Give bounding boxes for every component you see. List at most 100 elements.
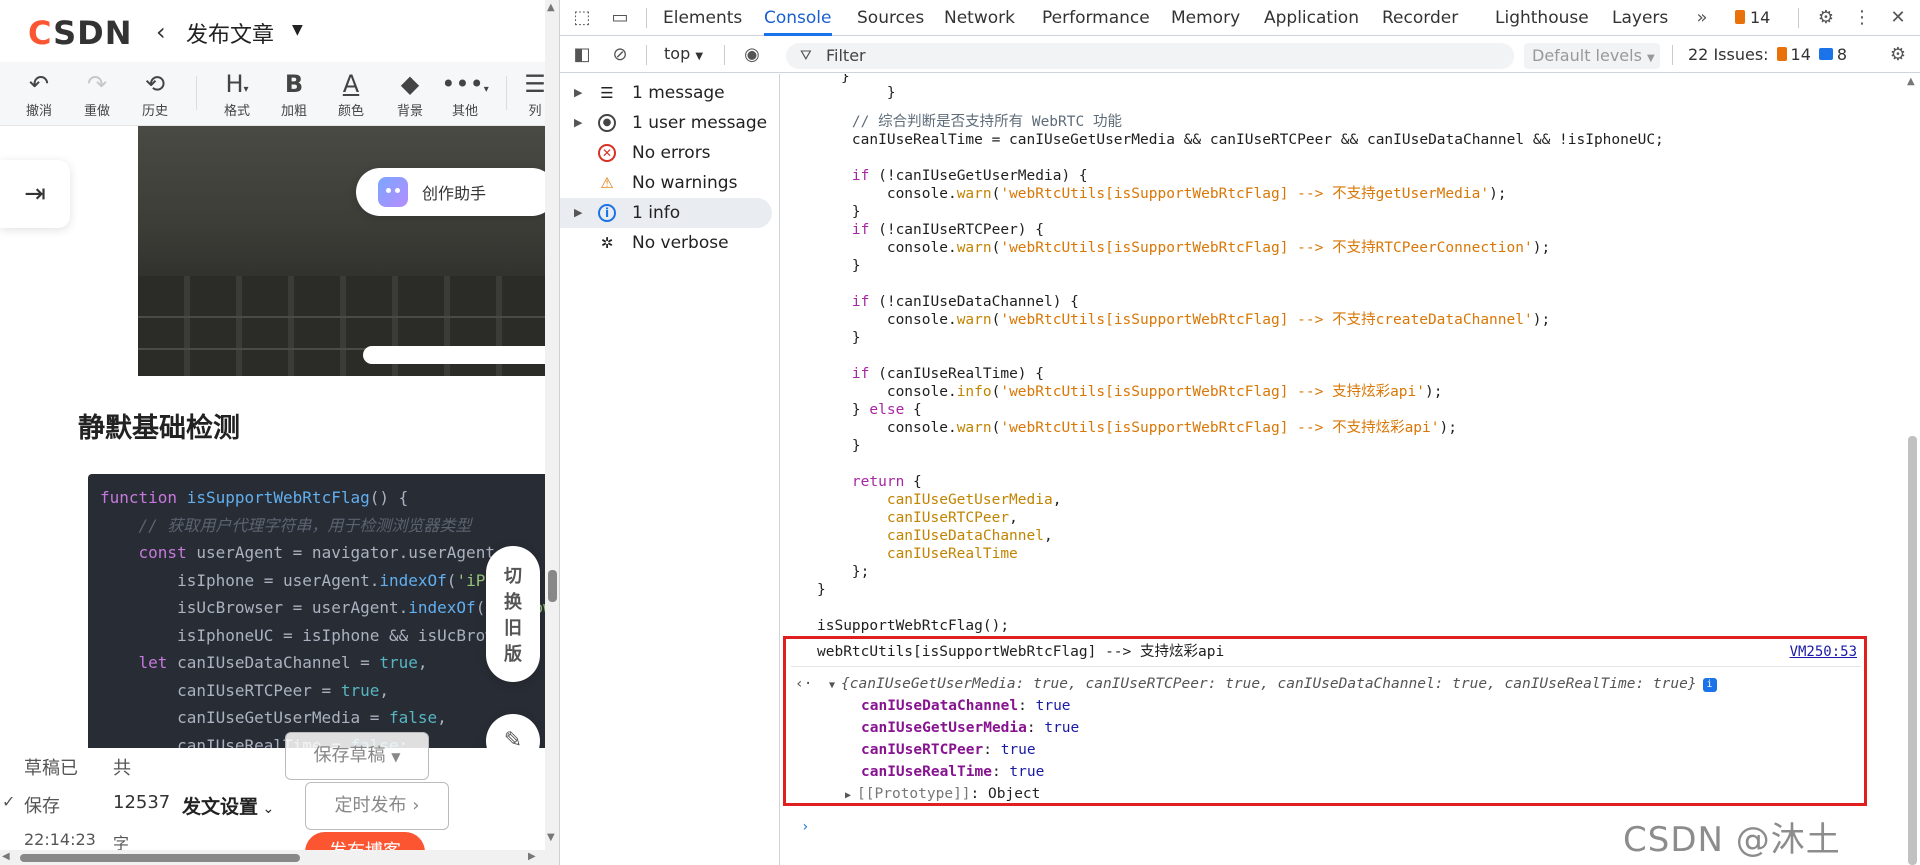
background-color-button[interactable]: ◆ 背景: [385, 68, 435, 119]
chevron-left-icon[interactable]: ‹: [156, 18, 166, 46]
context-label: top: [664, 44, 691, 63]
scroll-right-icon[interactable]: ▶: [528, 851, 536, 862]
prototype-value: Object: [988, 786, 1041, 802]
tab-memory[interactable]: Memory: [1171, 0, 1240, 36]
code-line: if (!canIUseDataChannel) {: [851, 294, 1079, 310]
filter-input[interactable]: ⛛ Filter: [786, 43, 1514, 69]
scroll-left-icon[interactable]: ◀: [2, 851, 10, 862]
history-button[interactable]: ⟲ 历史: [130, 68, 180, 119]
tab-console[interactable]: Console: [764, 0, 832, 36]
save-status: 保存: [24, 796, 60, 817]
expand-arrow-icon[interactable]: ▶: [574, 108, 582, 138]
issues-counter[interactable]: 22 Issues: 14 8: [1688, 45, 1847, 64]
tab-elements[interactable]: Elements: [663, 0, 742, 36]
scroll-up-icon[interactable]: ▲: [1907, 76, 1915, 87]
expand-arrow-icon[interactable]: ▼: [829, 680, 841, 691]
info-icon[interactable]: i: [1702, 678, 1717, 692]
bold-icon: B: [284, 70, 304, 98]
sidebar-item-warnings[interactable]: ⚠ No warnings: [560, 168, 772, 198]
more-tabs-icon[interactable]: »: [1690, 6, 1714, 30]
editor-vertical-scrollbar[interactable]: ▲ ▼: [545, 0, 559, 865]
object-property: canIUseDataChannel: true: [861, 698, 1071, 714]
undo-icon: ↶: [28, 70, 50, 98]
bold-button[interactable]: B 加粗: [269, 68, 319, 119]
code-line: }: [817, 258, 861, 274]
log-levels-dropdown[interactable]: Default levels ▼: [1524, 43, 1660, 69]
csdn-logo[interactable]: CSDN: [28, 14, 132, 52]
close-icon[interactable]: ✕: [1886, 6, 1910, 30]
console-settings-gear-icon[interactable]: ⚙: [1886, 43, 1910, 67]
save-draft-button[interactable]: 保存草稿 ▼: [285, 732, 429, 780]
sidebar-item-messages[interactable]: ▶ ☰ 1 message: [560, 78, 772, 108]
tab-sources[interactable]: Sources: [857, 0, 924, 36]
divider: [791, 666, 1861, 667]
font-color-button[interactable]: A 颜色: [326, 68, 376, 119]
sidebar-item-info[interactable]: ▶ i 1 info: [560, 198, 772, 228]
sidebar-toggle-icon[interactable]: ◧: [570, 43, 594, 67]
info-icon: i: [598, 204, 616, 222]
code-line: // 综合判断是否支持所有 WebRTC 功能: [851, 114, 1122, 130]
scrollbar-thumb[interactable]: [548, 570, 557, 602]
console-info-message: webRtcUtils[isSupportWebRtcFlag] --> 支持炫…: [817, 644, 1225, 660]
schedule-publish-button[interactable]: 定时发布 ›: [305, 782, 449, 830]
format-button[interactable]: H▾ 格式: [212, 68, 262, 119]
code-line: isSupportWebRtcFlag();: [817, 618, 1010, 634]
scroll-down-icon[interactable]: ▼: [547, 832, 555, 843]
more-options-icon[interactable]: ⋮: [1850, 6, 1874, 30]
chevron-right-icon: ›: [412, 795, 420, 816]
tab-application[interactable]: Application: [1264, 0, 1359, 36]
sidebar-item-user-messages[interactable]: ▶ ● 1 user message: [560, 108, 772, 138]
tab-network[interactable]: Network: [944, 0, 1015, 36]
expand-arrow-icon[interactable]: ▶: [574, 78, 582, 108]
image-overlay-bar: [363, 346, 545, 364]
source-link[interactable]: VM250:53: [1790, 644, 1857, 660]
eye-icon[interactable]: ◉: [740, 43, 764, 67]
tab-recorder[interactable]: Recorder: [1382, 0, 1458, 36]
device-toolbar-icon[interactable]: ▭: [608, 6, 632, 30]
scroll-up-icon[interactable]: ▲: [547, 2, 555, 13]
console-vertical-scrollbar[interactable]: ▲: [1905, 74, 1920, 865]
inspect-element-icon[interactable]: ⬚: [570, 6, 594, 30]
caret-down-icon[interactable]: ▼: [292, 22, 303, 38]
context-selector[interactable]: top ▼: [664, 44, 703, 63]
page-title: 发布文章: [186, 23, 275, 48]
filter-icon: ⛛: [800, 48, 812, 64]
caret-down-icon: ▼: [391, 750, 401, 764]
expand-arrow-icon[interactable]: ▶: [845, 790, 857, 801]
total-prefix: 共: [113, 758, 131, 779]
code-line: if (!canIUseRTCPeer) {: [851, 222, 1044, 238]
creation-assistant-button[interactable]: 创作助手: [356, 168, 556, 216]
property-key: canIUseRealTime: [861, 764, 992, 780]
collapse-sidebar-button[interactable]: ⇥: [0, 160, 70, 228]
caret-down-icon: ▼: [695, 51, 704, 62]
history-icon: ⟲: [144, 70, 166, 98]
log-levels-label: Default levels: [1532, 46, 1642, 65]
editor-header: CSDN ‹ 发布文章 ▼: [0, 0, 545, 62]
sidebar-item-errors[interactable]: ✕ No errors: [560, 138, 772, 168]
article-image: [138, 126, 545, 376]
console-prompt-icon[interactable]: ›: [801, 819, 809, 835]
scrollbar-thumb[interactable]: [20, 854, 300, 862]
issues-badge[interactable]: 14: [1735, 8, 1770, 27]
tab-performance[interactable]: Performance: [1042, 0, 1150, 36]
tab-layers[interactable]: Layers: [1612, 0, 1668, 36]
console-output: } } // 综合判断是否支持所有 WebRTC 功能 canIUseRealT…: [781, 74, 1905, 865]
editor-horizontal-scrollbar[interactable]: ◀ ▶: [0, 850, 545, 865]
sidebar-item-verbose[interactable]: ✲ No verbose: [560, 228, 772, 258]
settings-gear-icon[interactable]: ⚙: [1814, 6, 1838, 30]
expand-arrow-icon[interactable]: ▶: [574, 198, 582, 228]
csdn-editor: CSDN ‹ 发布文章 ▼ ↶ 撤消 ↷ 重做 ⟲ 历史 H▾ 格式 B 加粗 …: [0, 0, 560, 865]
redo-button[interactable]: ↷ 重做: [72, 68, 122, 119]
post-settings-button[interactable]: 发文设置 ⌄: [182, 792, 274, 819]
switch-old-version-button[interactable]: 切换旧版: [486, 546, 540, 682]
section-heading: 静默基础检测: [78, 413, 240, 444]
devtools-panel: ⬚ ▭ Elements Console Sources Network Per…: [560, 0, 1920, 865]
tab-lighthouse[interactable]: Lighthouse: [1495, 0, 1589, 36]
clear-console-icon[interactable]: ⊘: [608, 43, 632, 67]
object-summary-row[interactable]: ▼ {canIUseGetUserMedia: true, canIUseRTC…: [829, 675, 1717, 693]
scrollbar-thumb[interactable]: [1908, 436, 1917, 865]
heading-icon: H▾: [225, 70, 249, 98]
prototype-row[interactable]: ▶ [[Prototype]]: Object: [845, 785, 1040, 803]
more-button[interactable]: •••▾ 其他: [440, 68, 490, 119]
undo-button[interactable]: ↶ 撤消: [14, 68, 64, 119]
